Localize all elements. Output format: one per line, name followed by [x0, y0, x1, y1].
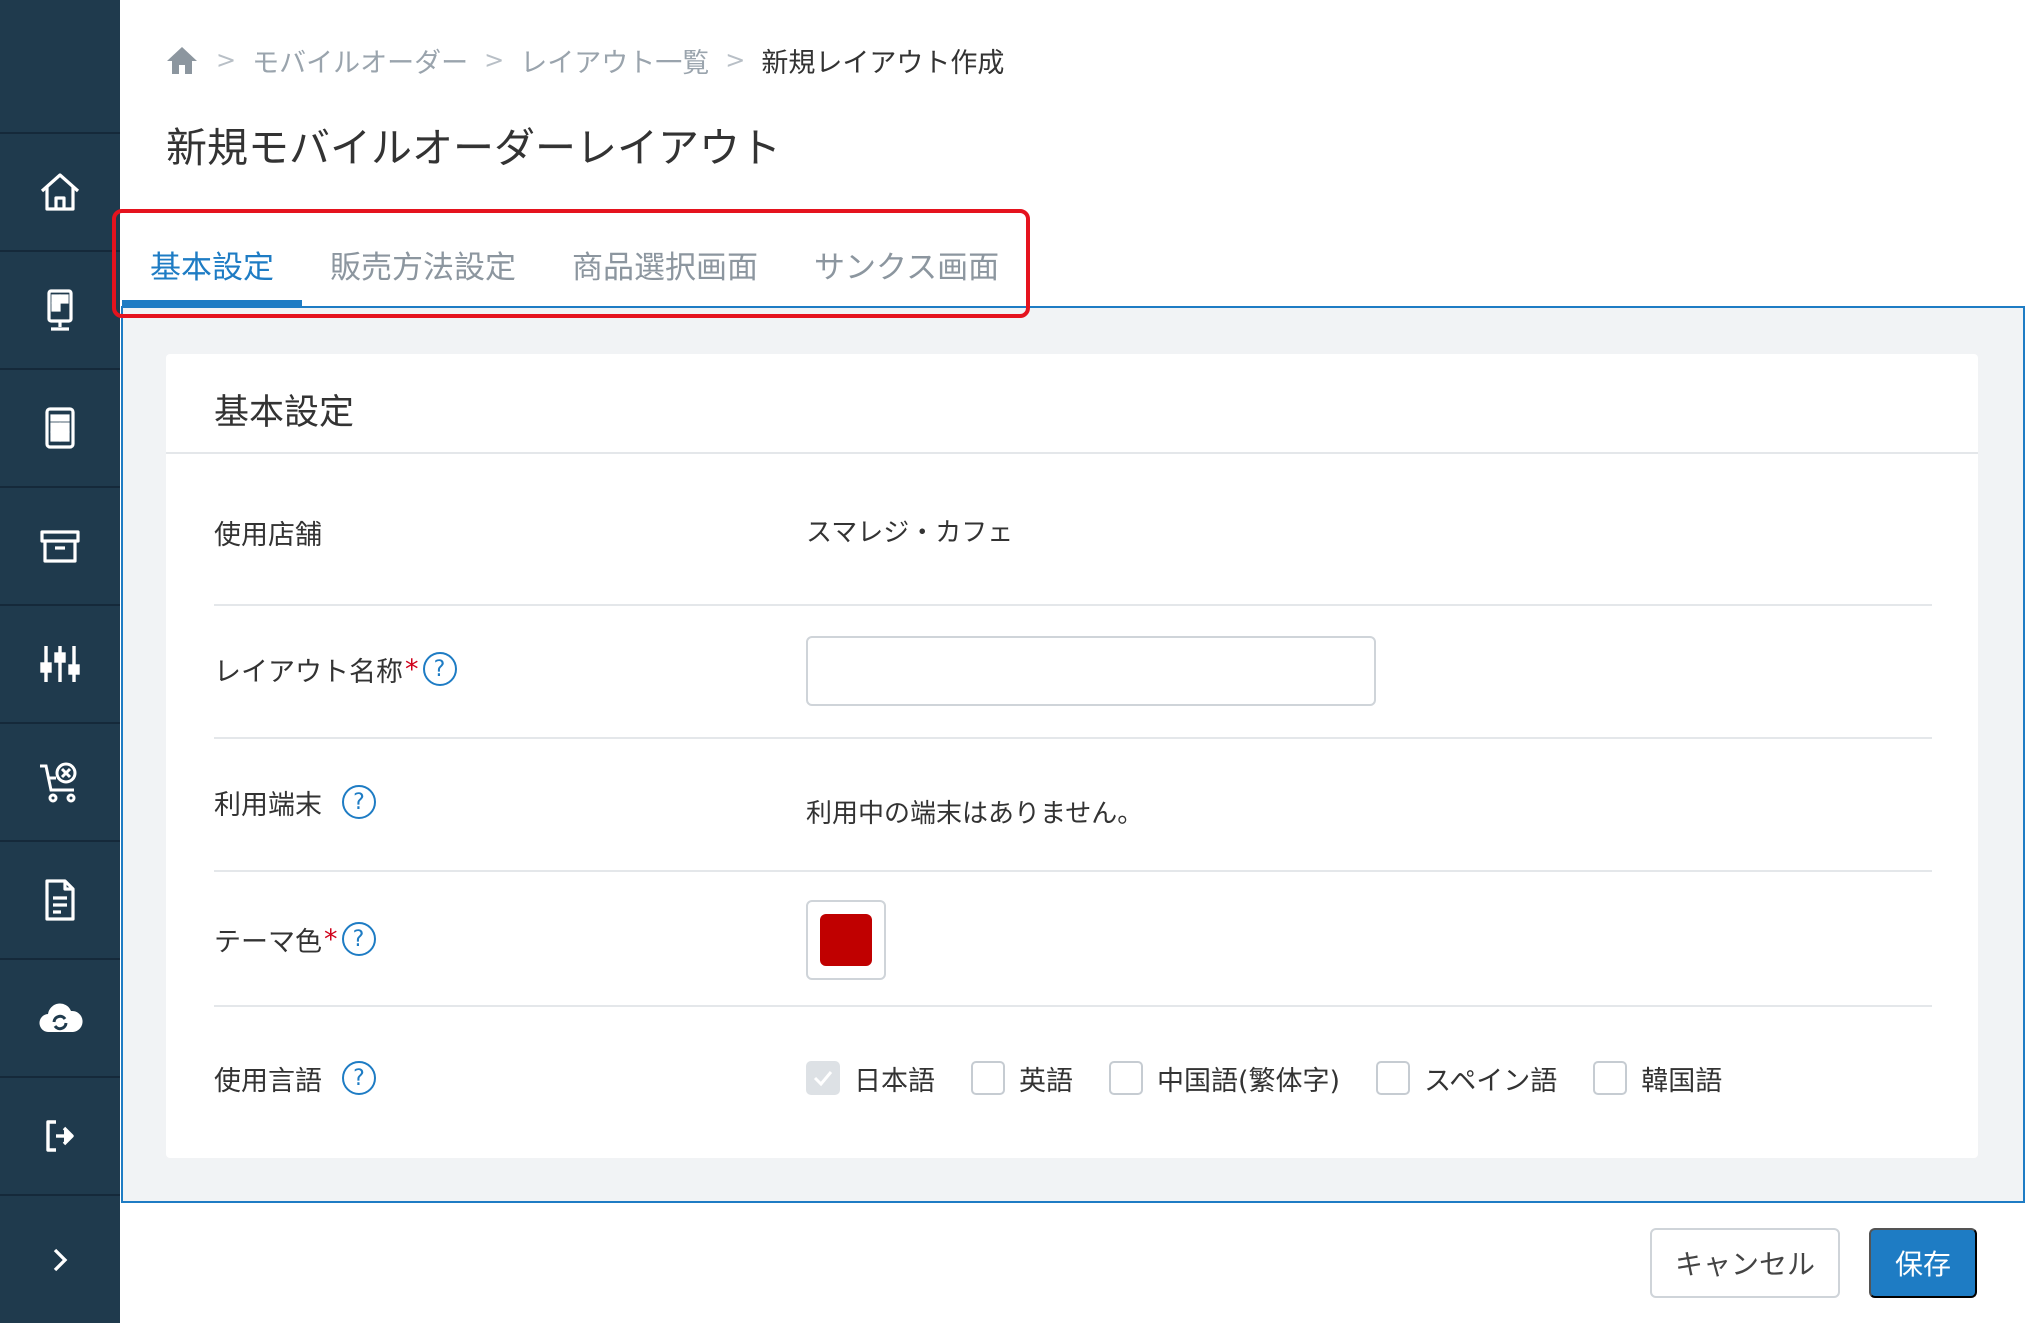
- help-icon[interactable]: ?: [341, 922, 376, 956]
- language-label: 英語: [1019, 1065, 1073, 1097]
- theme-color-picker-wrap: [806, 900, 886, 980]
- tablet-layout-icon: [45, 407, 75, 449]
- theme-color-picker[interactable]: [806, 900, 886, 980]
- layout-name-field-wrap: [806, 636, 1376, 706]
- help-icon[interactable]: ?: [342, 785, 376, 819]
- help-icon[interactable]: ?: [422, 652, 457, 686]
- theme-color-swatch: [820, 914, 872, 966]
- tab-bar: 基本設定 販売方法設定 商品選択画面 サンクス画面: [122, 222, 1027, 306]
- sidebar-item-cloud[interactable]: [0, 960, 120, 1078]
- required-mark: *: [405, 653, 419, 685]
- language-option-japanese[interactable]: 日本語: [806, 1059, 935, 1098]
- kiosk-icon: [47, 289, 73, 331]
- store-label: 使用店舗: [214, 519, 322, 551]
- checkbox[interactable]: [971, 1061, 1005, 1095]
- terminal-label: 利用端末: [214, 789, 322, 821]
- theme-color-label: テーマ色: [214, 926, 322, 958]
- breadcrumb-current: 新規レイアウト作成: [761, 47, 1005, 79]
- breadcrumb-home[interactable]: [166, 43, 200, 77]
- language-option-chinese-traditional[interactable]: 中国語(繁体字): [1109, 1059, 1340, 1098]
- tab-thanks-screen[interactable]: サンクス画面: [786, 222, 1027, 306]
- document-icon: [45, 879, 75, 921]
- home-icon: [40, 173, 80, 211]
- breadcrumb-separator: >: [484, 46, 505, 74]
- languages-label-group: 使用言語 ?: [214, 1057, 376, 1099]
- row-languages: 使用言語 ? 日本語 英語 中国語(繁体字) スペイン語 韓国語: [214, 1007, 1932, 1143]
- sidebar-item-documents[interactable]: [0, 842, 120, 960]
- sidebar-item-cart[interactable]: [0, 724, 120, 842]
- language-label: 日本語: [854, 1065, 935, 1097]
- theme-color-label-group: テーマ色 * ?: [214, 918, 376, 960]
- checkbox[interactable]: [1376, 1061, 1411, 1095]
- language-label: 中国語(繁体字): [1157, 1065, 1341, 1097]
- card-title: 基本設定: [214, 393, 355, 433]
- sidebar-top-spacer: [0, 0, 120, 134]
- breadcrumb-item-mobile-order[interactable]: モバイルオーダー: [252, 41, 468, 80]
- store-value: スマレジ・カフェ: [806, 517, 1014, 548]
- sidebar-expand[interactable]: [0, 1196, 120, 1323]
- language-option-spanish[interactable]: スペイン語: [1376, 1059, 1557, 1098]
- sidebar-item-logout[interactable]: [0, 1078, 120, 1196]
- language-option-english[interactable]: 英語: [971, 1059, 1073, 1098]
- page-title: 新規モバイルオーダーレイアウト: [166, 124, 781, 172]
- archive-box-icon: [40, 530, 80, 563]
- check-icon: [813, 1071, 833, 1087]
- breadcrumb: > モバイルオーダー > レイアウト一覧 > 新規レイアウト作成: [166, 40, 1004, 80]
- help-icon[interactable]: ?: [342, 1061, 376, 1095]
- logout-icon: [46, 1120, 74, 1152]
- language-label: スペイン語: [1424, 1065, 1558, 1097]
- home-icon: [167, 47, 197, 74]
- sidebar: [0, 0, 120, 1323]
- sliders-icon: [40, 646, 80, 682]
- save-button[interactable]: 保存: [1869, 1228, 1977, 1298]
- languages-label: 使用言語: [214, 1065, 322, 1097]
- checkbox-checked[interactable]: [806, 1061, 840, 1095]
- tab-sales-method[interactable]: 販売方法設定: [302, 222, 544, 306]
- cart-cancel-icon: [40, 762, 77, 803]
- sidebar-item-tablet[interactable]: [0, 370, 120, 488]
- row-theme-color: テーマ色 * ?: [214, 872, 1932, 1007]
- row-terminal: 利用端末 ? 利用中の端末はありません。: [214, 739, 1932, 872]
- layout-name-label: レイアウト名称: [214, 656, 403, 688]
- layout-name-label-group: レイアウト名称 * ?: [214, 648, 457, 690]
- row-layout-name: レイアウト名称 * ?: [214, 606, 1932, 739]
- chevron-right-icon: [53, 1248, 68, 1271]
- breadcrumb-separator: >: [216, 46, 237, 74]
- sidebar-item-home[interactable]: [0, 134, 120, 252]
- tab-basic-settings[interactable]: 基本設定: [122, 222, 302, 306]
- sidebar-item-kiosk[interactable]: [0, 252, 120, 370]
- checkbox[interactable]: [1593, 1061, 1628, 1095]
- terminal-value: 利用中の端末はありません。: [806, 798, 1144, 829]
- breadcrumb-separator: >: [725, 46, 746, 74]
- language-label: 韓国語: [1641, 1065, 1723, 1097]
- sidebar-item-settings[interactable]: [0, 606, 120, 724]
- layout-name-input[interactable]: [806, 636, 1376, 706]
- language-option-korean[interactable]: 韓国語: [1593, 1059, 1722, 1098]
- basic-settings-card: 基本設定 使用店舗 スマレジ・カフェ レイアウト名称 * ? 利用端末 ? 利用…: [166, 354, 1978, 1158]
- cancel-button[interactable]: キャンセル: [1650, 1228, 1840, 1298]
- checkbox[interactable]: [1109, 1061, 1143, 1095]
- sidebar-item-archive[interactable]: [0, 488, 120, 606]
- breadcrumb-item-layout-list[interactable]: レイアウト一覧: [520, 41, 709, 80]
- tab-product-selection[interactable]: 商品選択画面: [544, 222, 786, 306]
- terminal-label-group: 利用端末 ?: [214, 781, 376, 823]
- cloud-sync-icon: [39, 1003, 83, 1033]
- row-store: 使用店舗 スマレジ・カフェ: [214, 454, 1932, 606]
- required-mark: *: [324, 923, 338, 955]
- languages-options: 日本語 英語 中国語(繁体字) スペイン語 韓国語: [806, 1057, 1758, 1099]
